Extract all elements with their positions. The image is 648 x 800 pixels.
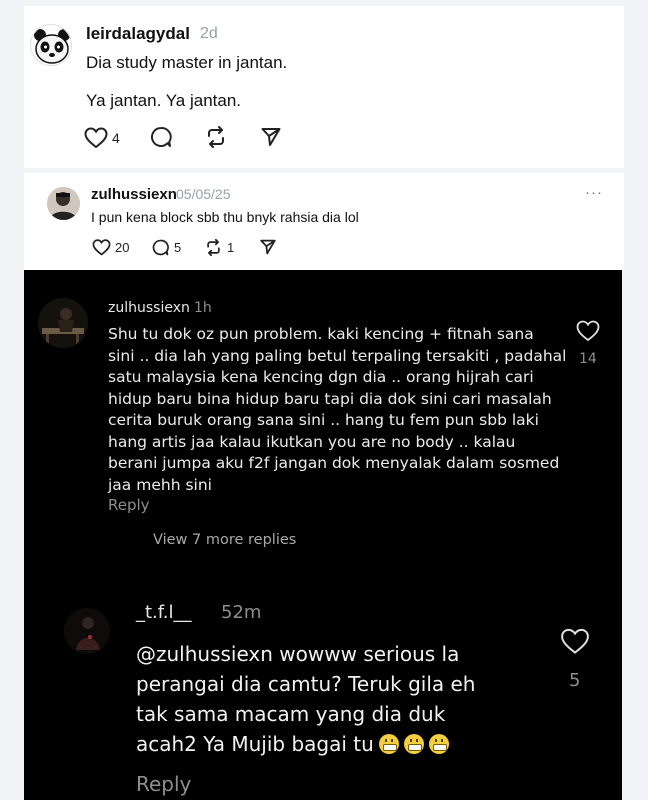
view-more-replies: View 7 more replies <box>153 532 297 548</box>
post-time: 2d <box>200 25 218 42</box>
comment-icon <box>150 126 172 147</box>
grimace-emoji-icon <box>403 734 424 754</box>
attached-screenshot[interactable]: zulhussiexn 1h Shu tu dok oz pun problem… <box>24 270 622 800</box>
comment-text: @zulhussiexn wowww serious la perangai d… <box>136 642 476 756</box>
person-photo-icon <box>64 608 110 654</box>
grimace-emoji-icon <box>378 734 399 754</box>
person-photo-icon <box>38 298 88 348</box>
comment-username: _t.f.l__ <box>136 602 192 623</box>
like-button[interactable]: 20 <box>92 237 129 257</box>
reply-button[interactable] <box>150 126 172 153</box>
comment-reply-link: Reply <box>108 496 150 514</box>
send-icon <box>260 239 276 255</box>
send-icon <box>261 128 281 146</box>
repost-icon <box>207 238 220 256</box>
comment-body: @zulhussiexn wowww serious la perangai d… <box>136 639 556 759</box>
heart-icon <box>84 127 108 149</box>
repost-button[interactable]: 1 <box>205 237 234 257</box>
comment-time: 1h <box>194 300 212 316</box>
repost-count: 1 <box>227 239 235 255</box>
comment-time: 52m <box>221 602 262 623</box>
comment-like <box>560 628 590 660</box>
heart-icon <box>561 628 589 654</box>
like-count: 20 <box>115 239 130 255</box>
comment-text: Shu tu dok oz pun problem. kaki kencing … <box>108 325 567 494</box>
comment-reply-link: Reply <box>136 772 192 796</box>
reply-count: 5 <box>174 239 182 255</box>
share-button[interactable] <box>261 127 281 152</box>
heart-icon <box>92 238 111 256</box>
reply-date: 05/05/25 <box>176 186 231 202</box>
comment-like-count: 14 <box>579 351 597 367</box>
right-margin <box>624 0 648 800</box>
panda-icon <box>31 25 71 65</box>
like-count: 4 <box>112 130 120 146</box>
post-username[interactable]: leirdalagydal <box>86 24 190 44</box>
like-button[interactable]: 4 <box>84 126 120 150</box>
grimace-emoji-icon <box>428 734 449 754</box>
post-text-line-2: Ya jantan. Ya jantan. <box>86 91 242 110</box>
reply-button[interactable]: 5 <box>152 237 181 257</box>
reply-text: I pun kena block sbb thu bnyk rahsia dia… <box>91 209 359 225</box>
share-button[interactable] <box>260 239 276 260</box>
post-text-line-1: Dia study master in jantan. <box>86 53 288 72</box>
post-card: leirdalagydal 2d Dia study master in jan… <box>24 6 624 168</box>
comment-like-count: 5 <box>569 670 581 691</box>
avatar[interactable] <box>30 24 72 66</box>
reply-username[interactable]: zulhussiexn <box>91 186 177 203</box>
comment-like <box>576 320 600 347</box>
comment-icon <box>152 239 169 255</box>
repost-icon <box>208 126 224 148</box>
heart-icon <box>576 320 600 342</box>
avatar[interactable] <box>47 187 80 220</box>
comment-username: zulhussiexn <box>108 300 190 316</box>
repost-button[interactable] <box>205 126 227 153</box>
left-margin <box>0 0 24 800</box>
more-options-icon[interactable]: ··· <box>585 184 603 201</box>
avatar <box>38 298 88 348</box>
person-photo-icon <box>47 187 80 220</box>
reply-card: zulhussiexn 05/05/25 ··· I pun kena bloc… <box>24 173 624 270</box>
avatar <box>64 608 110 654</box>
